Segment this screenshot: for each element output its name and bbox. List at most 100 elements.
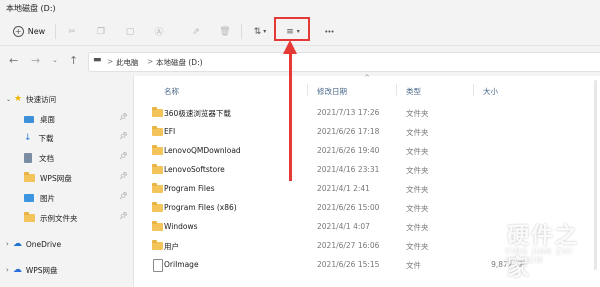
table-row[interactable]: LenovoSoftstore 2021/4/16 23:31 文件夹 <box>134 161 600 180</box>
file-date: 2021/7/13 17:26 <box>317 108 380 117</box>
desktop-icon <box>24 115 34 123</box>
rename-icon: Ⓐ <box>154 28 164 38</box>
file-name: 用户 <box>164 242 179 251</box>
address-row: ← → ⌄ ↑ ▬ > 此电脑 > 本地磁盘 (D:) <box>0 46 600 76</box>
column-header-size[interactable]: 大小 <box>483 86 498 97</box>
sidebar-item-downloads[interactable]: ↓ 下载 <box>24 129 54 147</box>
sort-icon: ⇅ <box>253 26 262 37</box>
table-row[interactable]: EFI 2021/6/26 17:18 文件夹 <box>134 123 600 142</box>
recent-chevron-icon[interactable]: ⌄ <box>52 56 58 64</box>
new-button[interactable]: + New <box>10 22 48 41</box>
breadcrumb-drive[interactable]: 本地磁盘 (D:) <box>156 57 203 68</box>
pin-icon[interactable]: 📌︎ <box>119 172 128 180</box>
sidebar-item-sample-folder[interactable]: 示例文件夹 <box>24 209 78 227</box>
delete-button[interactable]: 🗑 <box>217 22 233 41</box>
table-row[interactable]: LenovoQMDownload 2021/6/26 19:40 文件夹 <box>134 142 600 161</box>
file-date: 2021/4/1 2:41 <box>317 184 370 193</box>
breadcrumb-separator: > <box>107 57 114 66</box>
paste-icon: ▢ <box>125 26 135 37</box>
file-date: 2021/6/27 16:06 <box>317 241 380 250</box>
file-name: Program Files <box>164 184 215 193</box>
file-date: 2021/6/26 15:15 <box>317 260 380 269</box>
file-date: 2021/6/26 17:18 <box>317 127 380 136</box>
watermark-url: YING JIAN ZHI JIA.COM <box>505 247 573 265</box>
file-type: 文件夹 <box>406 185 429 194</box>
folder-icon <box>24 172 35 182</box>
sidebar-item-label: WPS网盘 <box>25 265 58 275</box>
file-name: 360极速浏览器下载 <box>164 109 231 118</box>
chevron-right-icon: › <box>6 266 9 274</box>
documents-icon <box>24 153 32 163</box>
file-name: Program Files (x86) <box>164 203 237 212</box>
copy-button[interactable]: ❐ <box>93 22 109 41</box>
file-date: 2021/6/26 19:40 <box>317 146 380 155</box>
file-type: 文件夹 <box>406 223 429 232</box>
folder-icon <box>152 145 163 155</box>
chevron-down-icon: ▾ <box>263 28 267 35</box>
rename-button[interactable]: Ⓐ <box>151 22 167 41</box>
folder-icon <box>152 107 163 117</box>
file-name: OriImage <box>164 260 199 269</box>
column-header-type[interactable]: 类型 <box>406 86 421 97</box>
wps-cloud-icon: ☁ <box>12 265 22 275</box>
delete-icon: 🗑 <box>219 26 231 37</box>
share-button[interactable]: ⇗ <box>188 22 204 41</box>
chevron-down-icon: ⌄ <box>6 95 12 103</box>
pin-icon[interactable]: 📌︎ <box>119 132 128 140</box>
sort-button[interactable]: ⇅ ▾ <box>248 22 272 41</box>
pin-icon[interactable]: 📌︎ <box>119 152 128 160</box>
pin-icon[interactable]: 📌︎ <box>119 113 128 121</box>
sidebar-item-label: WPS网盘 <box>40 173 72 183</box>
folder-icon <box>152 164 163 174</box>
breadcrumb-this-pc[interactable]: 此电脑 <box>116 57 139 68</box>
address-bar[interactable]: ▬ > 此电脑 > 本地磁盘 (D:) <box>88 52 600 72</box>
more-button[interactable]: ••• <box>319 22 339 41</box>
folder-icon <box>152 221 163 231</box>
file-name: LenovoQMDownload <box>164 146 241 155</box>
sidebar-item-wps-cloud[interactable]: WPS网盘 <box>24 169 72 187</box>
file-icon <box>153 259 163 272</box>
file-date: 2021/4/1 4:07 <box>317 222 370 231</box>
navigation-pane: ⌄ ★ 快速访问 桌面 📌︎ ↓ 下载 📌︎ 文档 📌︎ WPS网盘 📌︎ 图片… <box>0 76 134 287</box>
pin-icon[interactable]: 📌︎ <box>119 192 128 200</box>
column-divider[interactable] <box>473 84 474 96</box>
up-arrow-icon[interactable]: ↑ <box>69 54 78 67</box>
file-name: Windows <box>164 222 198 231</box>
folder-icon <box>152 240 163 250</box>
toolbar-divider <box>55 24 56 39</box>
file-date: 2021/4/16 23:31 <box>317 165 380 174</box>
sidebar-item-desktop[interactable]: 桌面 <box>24 110 55 128</box>
file-type: 文件夹 <box>406 109 429 118</box>
forward-arrow-icon[interactable]: → <box>31 54 40 67</box>
sidebar-item-quick-access[interactable]: ⌄ ★ 快速访问 <box>6 90 56 108</box>
window-title: 本地磁盘 (D:) <box>6 4 56 13</box>
title-bar: 本地磁盘 (D:) <box>0 0 600 18</box>
column-header-name[interactable]: 名称 <box>164 86 179 97</box>
file-type: 文件夹 <box>406 242 429 251</box>
folder-icon <box>24 212 35 222</box>
column-header-date[interactable]: 修改日期 <box>317 86 347 97</box>
sidebar-item-onedrive[interactable]: › ☁ OneDrive <box>6 235 61 253</box>
table-row[interactable]: Program Files 2021/4/1 2:41 文件夹 <box>134 180 600 199</box>
breadcrumb-separator: > <box>147 57 154 66</box>
plus-circle-icon: + <box>12 26 24 37</box>
sidebar-item-pictures[interactable]: 图片 <box>24 189 55 207</box>
star-icon: ★ <box>14 94 23 104</box>
pictures-icon <box>24 194 34 202</box>
copy-icon: ❐ <box>96 26 106 37</box>
column-divider[interactable] <box>396 84 397 96</box>
sidebar-item-wps[interactable]: › ☁ WPS网盘 <box>6 261 58 279</box>
cloud-icon: ☁ <box>12 239 22 249</box>
new-label: New <box>27 27 46 36</box>
back-arrow-icon[interactable]: ← <box>9 54 18 67</box>
column-divider[interactable] <box>307 84 308 96</box>
pin-icon[interactable]: 📌︎ <box>119 212 128 220</box>
sidebar-item-label: 下载 <box>38 133 54 143</box>
table-row[interactable]: 360极速浏览器下载 2021/7/13 17:26 文件夹 <box>134 104 600 123</box>
sidebar-item-documents[interactable]: 文档 <box>24 149 54 167</box>
paste-button[interactable]: ▢ <box>122 22 138 41</box>
cut-button[interactable]: ✂ <box>64 22 80 41</box>
sort-chevron-icon: ^ <box>364 74 370 82</box>
table-row[interactable]: Program Files (x86) 2021/6/26 15:00 文件夹 <box>134 199 600 218</box>
sidebar-item-label: 快速访问 <box>26 94 57 104</box>
